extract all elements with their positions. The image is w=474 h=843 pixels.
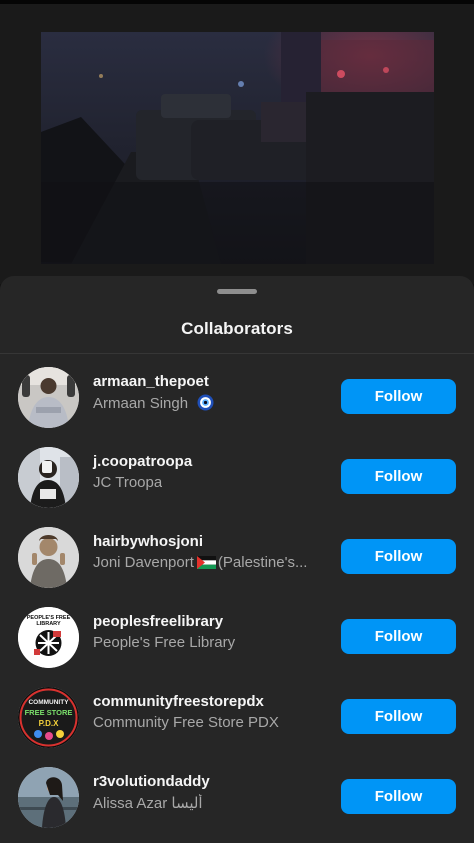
store-logo-line1: COMMUNITY (28, 699, 69, 706)
follow-button[interactable]: Follow (341, 779, 456, 814)
collaborator-username[interactable]: peoplesfreelibrary (93, 613, 223, 630)
store-logo-line3: P.D.X (39, 719, 60, 728)
collaborator-row[interactable]: PEOPLE'S FREE LIBRARY peoplesfreelibrary… (0, 602, 474, 674)
follow-button[interactable]: Follow (341, 459, 456, 494)
avatar[interactable]: COMMUNITY FREE STORE P.D.X (18, 687, 79, 748)
collaborator-row[interactable]: armaan_thepoet Armaan Singh Follow (0, 362, 474, 434)
collaborator-name-suffix: (Palestine's... (217, 554, 308, 571)
collaborator-name: People's Free Library (93, 634, 236, 651)
app-screen: Collaborators armaan_thepoet Armaan Sing… (0, 0, 474, 843)
avatar[interactable] (18, 767, 79, 828)
collaborator-name: Armaan Singh (93, 394, 214, 412)
avatar[interactable] (18, 367, 79, 428)
collaborator-row[interactable]: r3volutiondaddy Alissa Azar ألیسا Follow (0, 762, 474, 834)
collaborator-username[interactable]: r3volutiondaddy (93, 773, 210, 790)
library-logo-line2: LIBRARY (36, 621, 61, 627)
collaborator-username[interactable]: j.coopatroopa (93, 453, 192, 470)
collaborator-username[interactable]: armaan_thepoet (93, 373, 209, 390)
collaborator-name: JC Troopa (93, 474, 163, 491)
avatar[interactable] (18, 447, 79, 508)
collaborator-name: Alissa Azar ألیسا (93, 795, 203, 812)
collaborator-row[interactable]: j.coopatroopa JC Troopa Follow (0, 442, 474, 514)
collaborator-name: Joni Davenport (Palestine's... (93, 554, 307, 571)
sheet-title: Collaborators (181, 319, 293, 338)
follow-button[interactable]: Follow (341, 539, 456, 574)
collaborator-row[interactable]: hairbywhosjoni Joni Davenport (Palestine… (0, 522, 474, 594)
collaborator-username[interactable]: hairbywhosjoni (93, 533, 203, 550)
follow-button[interactable]: Follow (341, 379, 456, 414)
post-photo[interactable] (41, 32, 434, 264)
follow-button[interactable]: Follow (341, 699, 456, 734)
collaborator-name: Community Free Store PDX (93, 714, 279, 731)
avatar[interactable]: PEOPLE'S FREE LIBRARY (18, 607, 79, 668)
store-logo-line2: FREE STORE (25, 708, 73, 717)
follow-button[interactable]: Follow (341, 619, 456, 654)
evil-eye-icon (197, 394, 214, 411)
palestine-flag-icon (196, 556, 216, 569)
avatar[interactable] (18, 527, 79, 588)
title-divider (0, 353, 474, 354)
sheet-grabber[interactable] (217, 289, 257, 294)
collaborator-row[interactable]: COMMUNITY FREE STORE P.D.X communityfree… (0, 682, 474, 754)
collaborators-sheet: Collaborators armaan_thepoet Armaan Sing… (0, 276, 474, 843)
collaborator-username[interactable]: communityfreestorepdx (93, 693, 264, 710)
collaborator-name-text: Joni Davenport (93, 554, 194, 571)
collaborator-name-text: Armaan Singh (93, 395, 189, 412)
